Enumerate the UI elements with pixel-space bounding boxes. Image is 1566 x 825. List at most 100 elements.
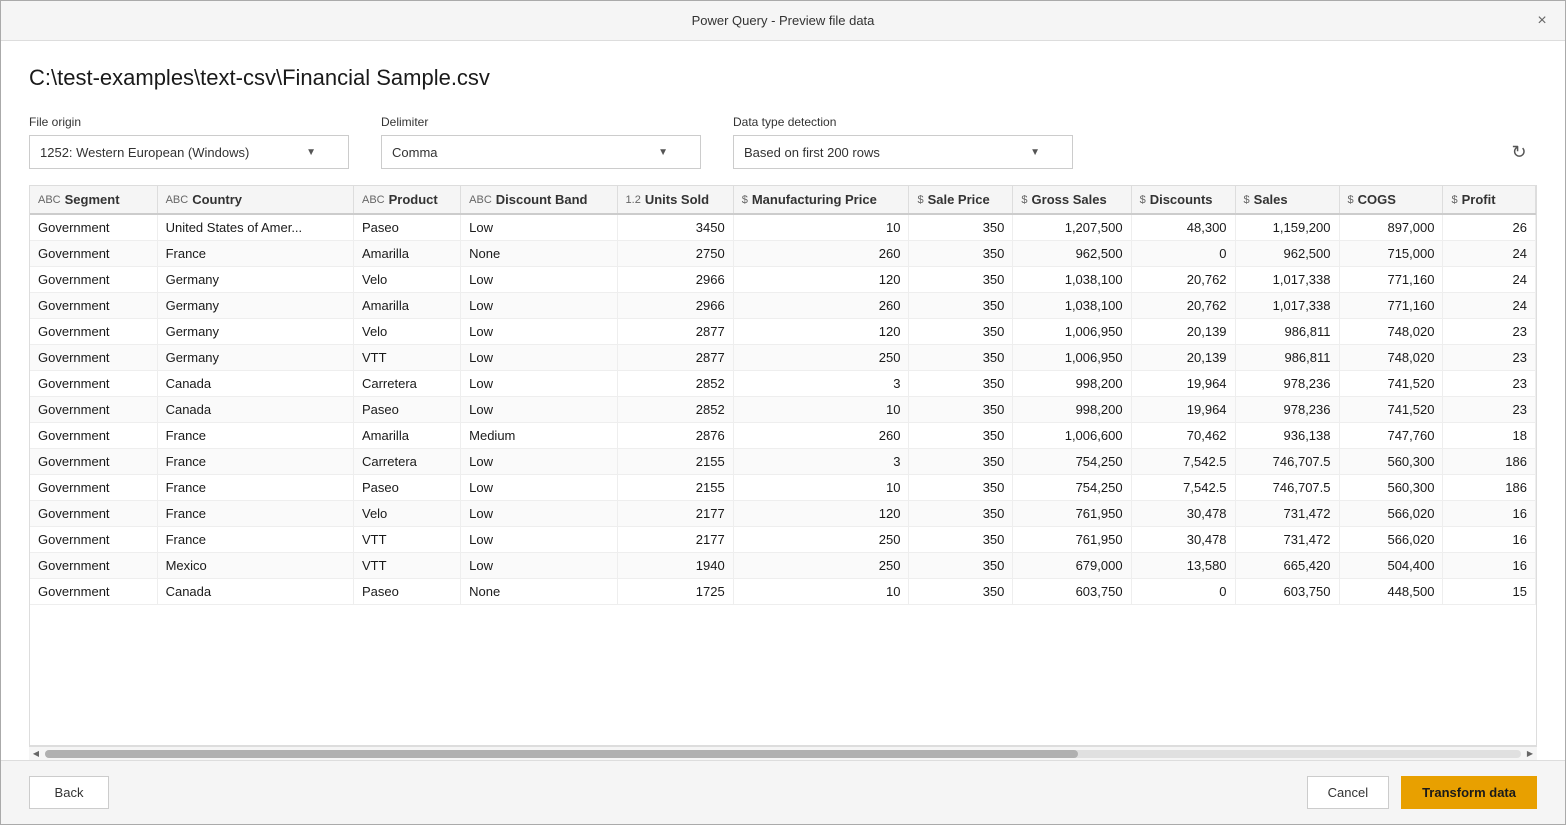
table-cell: 350 — [909, 475, 1013, 501]
col-type-icon-profit: $ — [1451, 194, 1457, 206]
table-cell: Velo — [353, 267, 460, 293]
table-cell: France — [157, 501, 353, 527]
table-cell: 748,020 — [1339, 345, 1443, 371]
col-name-product: Product — [389, 192, 438, 207]
table-cell: 1940 — [617, 553, 733, 579]
cancel-button[interactable]: Cancel — [1307, 776, 1389, 809]
scrollbar-thumb[interactable] — [45, 750, 1078, 758]
col-header-product: ABC Product — [353, 186, 460, 214]
table-cell: Government — [30, 293, 157, 319]
col-name-segment: Segment — [65, 192, 120, 207]
table-cell: Germany — [157, 319, 353, 345]
table-row: GovernmentFranceVTTLow2177250350761,9503… — [30, 527, 1536, 553]
back-button[interactable]: Back — [29, 776, 109, 809]
scrollbar-track[interactable] — [45, 750, 1521, 758]
col-header-discount-band: ABCDiscount Band — [461, 186, 617, 214]
table-row: GovernmentGermanyVeloLow28771203501,006,… — [30, 319, 1536, 345]
col-header-sales: $ Sales — [1235, 186, 1339, 214]
table-cell: Paseo — [353, 214, 460, 241]
data-type-select[interactable]: Based on first 200 rows ▼ — [733, 135, 1073, 169]
table-cell: 350 — [909, 501, 1013, 527]
table-cell: Government — [30, 319, 157, 345]
table-cell: 748,020 — [1339, 319, 1443, 345]
col-name-manufacturing-price: Manufacturing Price — [752, 192, 877, 207]
table-cell: 186 — [1443, 475, 1536, 501]
table-cell: 1,006,950 — [1013, 345, 1131, 371]
delimiter-select[interactable]: Comma ▼ — [381, 135, 701, 169]
table-cell: Low — [461, 345, 617, 371]
table-cell: 350 — [909, 579, 1013, 605]
table-cell: 679,000 — [1013, 553, 1131, 579]
file-origin-label: File origin — [29, 115, 349, 129]
content-area: C:\test-examples\text-csv\Financial Samp… — [1, 41, 1565, 760]
table-cell: Low — [461, 553, 617, 579]
table-cell: 1,207,500 — [1013, 214, 1131, 241]
horizontal-scrollbar[interactable]: ◀ ▶ — [29, 746, 1537, 760]
col-name-cogs: COGS — [1358, 192, 1396, 207]
scroll-right-icon[interactable]: ▶ — [1523, 747, 1537, 761]
table-cell: Government — [30, 475, 157, 501]
table-cell: 20,762 — [1131, 267, 1235, 293]
data-type-arrow-icon: ▼ — [1030, 147, 1040, 158]
table-cell: 741,520 — [1339, 397, 1443, 423]
table-cell: 70,462 — [1131, 423, 1235, 449]
table-cell: Government — [30, 371, 157, 397]
table-cell: 16 — [1443, 501, 1536, 527]
table-cell: 350 — [909, 293, 1013, 319]
table-cell: 15 — [1443, 579, 1536, 605]
table-cell: 350 — [909, 214, 1013, 241]
table-cell: Velo — [353, 501, 460, 527]
table-cell: 448,500 — [1339, 579, 1443, 605]
col-name-sales: Sales — [1254, 192, 1288, 207]
table-cell: 962,500 — [1013, 241, 1131, 267]
table-cell: France — [157, 241, 353, 267]
col-type-icon-cogs: $ — [1348, 194, 1354, 206]
table-cell: 715,000 — [1339, 241, 1443, 267]
table-cell: Low — [461, 501, 617, 527]
table-row: GovernmentFranceVeloLow2177120350761,950… — [30, 501, 1536, 527]
table-cell: 7,542.5 — [1131, 449, 1235, 475]
table-cell: 350 — [909, 553, 1013, 579]
table-cell: 24 — [1443, 267, 1536, 293]
table-cell: 771,160 — [1339, 293, 1443, 319]
table-cell: 566,020 — [1339, 527, 1443, 553]
table-cell: 0 — [1131, 241, 1235, 267]
table-cell: Paseo — [353, 397, 460, 423]
table-cell: Government — [30, 241, 157, 267]
table-cell: 19,964 — [1131, 371, 1235, 397]
table-cell: 350 — [909, 319, 1013, 345]
close-button[interactable]: × — [1519, 1, 1565, 41]
scroll-left-icon[interactable]: ◀ — [29, 747, 43, 761]
table-cell: 665,420 — [1235, 553, 1339, 579]
table-cell: Paseo — [353, 475, 460, 501]
table-cell: Canada — [157, 579, 353, 605]
table-row: GovernmentCanadaCarreteraLow28523350998,… — [30, 371, 1536, 397]
file-origin-select[interactable]: 1252: Western European (Windows) ▼ — [29, 135, 349, 169]
col-name-units-sold: Units Sold — [645, 192, 709, 207]
table-cell: 754,250 — [1013, 449, 1131, 475]
table-cell: 48,300 — [1131, 214, 1235, 241]
table-cell: 23 — [1443, 371, 1536, 397]
table-cell: 30,478 — [1131, 501, 1235, 527]
delimiter-arrow-icon: ▼ — [658, 147, 668, 158]
footer-right: Cancel Transform data — [1307, 776, 1537, 809]
table-cell: 3 — [733, 449, 909, 475]
col-header-cogs: $ COGS — [1339, 186, 1443, 214]
col-type-icon-sale-price: $ — [917, 194, 923, 206]
table-cell: Government — [30, 345, 157, 371]
table-cell: 10 — [733, 214, 909, 241]
table-cell: 3 — [733, 371, 909, 397]
refresh-button[interactable]: ↻ — [1501, 135, 1537, 169]
table-cell: 747,760 — [1339, 423, 1443, 449]
data-table-container[interactable]: ABCSegmentABCCountryABCProductABCDiscoun… — [29, 185, 1537, 746]
table-cell: 603,750 — [1235, 579, 1339, 605]
table-cell: Carretera — [353, 371, 460, 397]
col-type-icon-sales: $ — [1244, 194, 1250, 206]
table-cell: 20,139 — [1131, 319, 1235, 345]
table-cell: 2852 — [617, 397, 733, 423]
col-type-icon-product: ABC — [362, 194, 385, 206]
table-cell: 731,472 — [1235, 527, 1339, 553]
table-cell: France — [157, 423, 353, 449]
table-cell: 18 — [1443, 423, 1536, 449]
transform-data-button[interactable]: Transform data — [1401, 776, 1537, 809]
